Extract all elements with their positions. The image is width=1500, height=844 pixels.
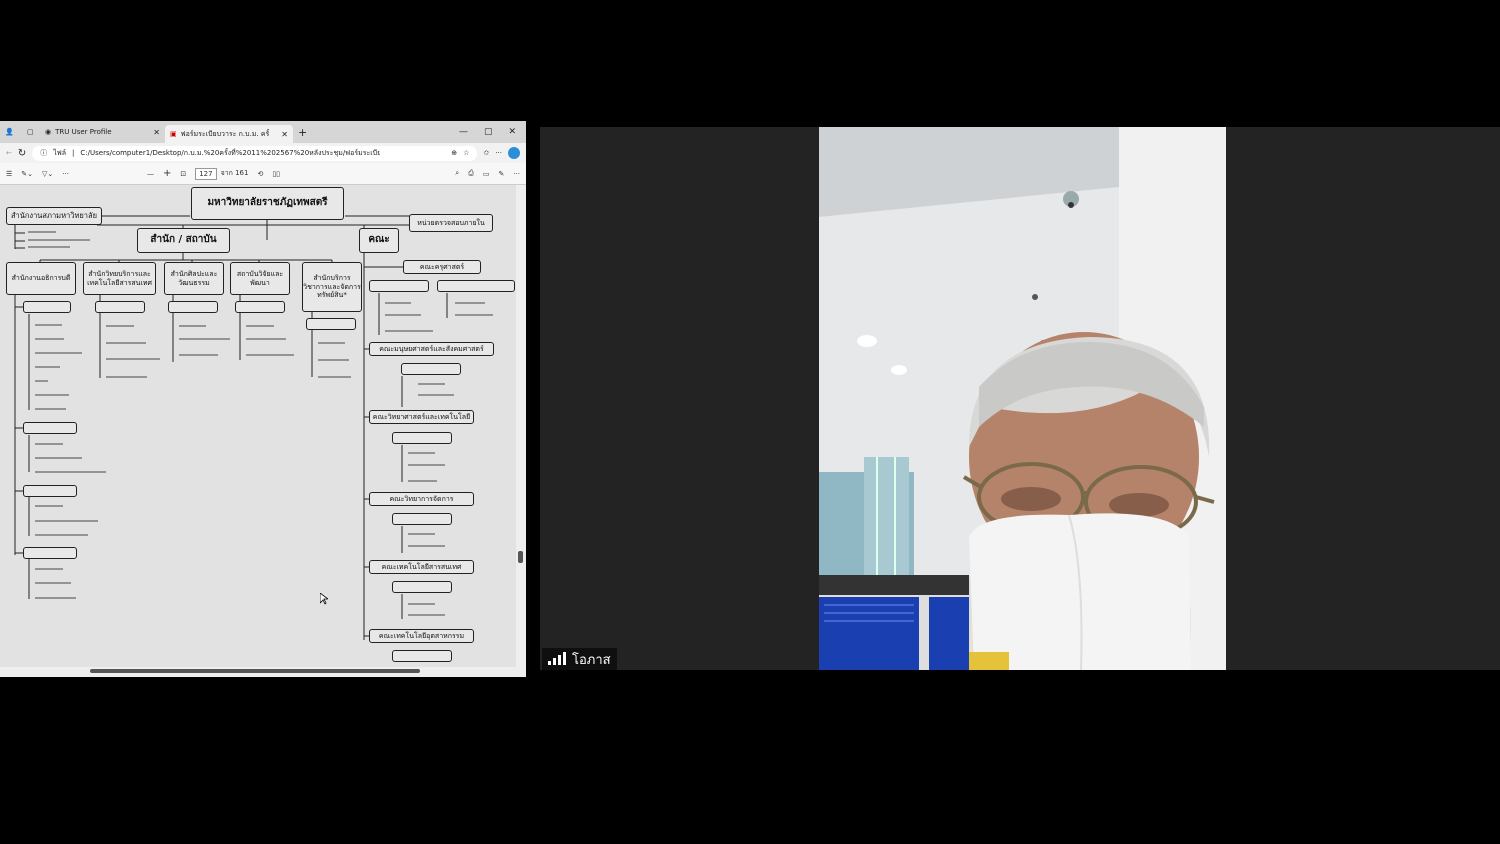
zoom-out-button[interactable]: — [147,170,154,178]
print-icon[interactable]: ⎙ [468,169,474,178]
org-division-box [168,301,218,313]
org-division-box [95,301,145,313]
org-faculty-humanities-box: คณะมนุษยศาสตร์และสังคมศาสตร์ [369,342,494,356]
org-division-box [392,650,452,662]
info-icon: ⓘ [40,149,48,157]
favorite-star-icon[interactable]: ☆ [463,149,469,157]
close-window-icon[interactable]: ✕ [508,127,516,137]
tab-title: ฟอร์มระเบียบวาระ ก.บ.ม. ครั้งที่ 11-2567 [180,129,269,138]
org-faculty-industrial-box: คณะเทคโนโลยีอุตสาหกรรม [369,629,474,643]
org-division-box [306,318,356,330]
highlight-icon[interactable]: ▽⌄ [42,170,53,178]
copilot-icon[interactable] [508,147,520,159]
horizontal-scrollbar[interactable] [0,667,526,677]
vertical-scrollbar[interactable] [516,185,526,667]
search-icon[interactable]: ⌕ [455,169,459,178]
org-division-box [392,432,452,444]
back-icon[interactable]: ← [6,149,12,157]
address-prefix: ไฟล์ [53,148,67,157]
draw-icon[interactable]: ✎⌄ [21,170,33,178]
org-art-culture-box: สำนักศิลปะและวัฒนธรรม [164,262,224,295]
org-academic-services-office-box: สำนักบริการวิชาการและจัดการทรัพย์สิน* [302,262,362,312]
minimize-icon[interactable]: — [459,127,468,137]
tab-actions-icon[interactable]: ▢ [22,123,40,141]
org-academic-service-box: สำนักวิทยบริการและเทคโนโลยีสารสนเทศ [83,262,156,295]
pdf-toolbar: ☰ ✎⌄ ▽⌄ ··· — + ⊡ 127 จาก 161 ⟲ ▯▯ ⌕ ⎙ ▭… [0,163,526,185]
scroll-thumb[interactable] [90,669,420,673]
org-division-box [369,280,429,292]
org-faculty-management-box: คณะวิทยาการจัดการ [369,492,474,506]
org-division-box [392,513,452,525]
pdf-page: มหาวิทยาลัยราชภัฏเทพสตรี สำนักงานสภามหาว… [0,185,516,667]
favorites-icon[interactable]: ✩ [483,149,489,157]
participant-name-tag: โอภาส [542,648,617,670]
mouse-cursor-icon [320,593,328,605]
participant-video [819,127,1226,670]
org-research-institute-box: สถาบันวิจัยและพัฒนา [230,262,290,295]
participant-name: โอภาส [572,652,611,668]
close-icon[interactable]: ✕ [281,130,288,139]
address-bar[interactable]: ⓘ ไฟล์ | C:/Users/computer1/Desktop/ก.บ.… [32,145,478,161]
org-division-box [23,485,77,497]
org-office-institute-box: สำนัก / สถาบัน [137,228,230,253]
org-faculty-box: คณะ [359,228,399,253]
page-view-icon[interactable]: ▯▯ [272,170,280,178]
maximize-icon[interactable]: ▢ [484,127,493,137]
org-division-box [392,581,452,593]
browser-tab-bar: 👤 ▢ ◉ TRU User Profile ✕ ▣ ฟอร์มระเบียบว… [0,121,526,143]
pdf-more-icon[interactable]: ··· [513,170,520,178]
org-division-box [23,422,77,434]
org-faculty-education-box: คณะครุศาสตร์ [403,260,481,274]
tab-tru-user-profile[interactable]: ◉ TRU User Profile ✕ [40,123,165,141]
more-icon[interactable]: ··· [495,149,502,157]
shared-screen: 👤 ▢ ◉ TRU User Profile ✕ ▣ ฟอร์มระเบียบว… [0,121,526,677]
save-icon[interactable]: ▭ [483,170,490,178]
rotate-icon[interactable]: ⟲ [257,170,263,178]
contents-icon[interactable]: ☰ [6,170,12,178]
org-university-box: มหาวิทยาลัยราชภัฏเทพสตรี [191,187,344,220]
org-division-box [23,301,71,313]
org-audit-unit-box: หน่วยตรวจสอบภายใน [409,214,493,232]
org-chart-connectors [14,215,493,640]
org-faculty-it-box: คณะเทคโนโลยีสารสนเทศ [369,560,474,574]
zoom-icon[interactable]: ⊕ [451,149,457,157]
new-tab-button[interactable]: + [293,123,312,141]
connection-signal-icon [548,652,566,665]
globe-icon: ◉ [45,128,52,136]
tab-title: TRU User Profile [55,128,112,136]
org-council-office-box: สำนักงานสภามหาวิทยาลัย [6,207,102,225]
org-division-box [23,547,77,559]
browser-menu-icon[interactable]: 👤 [0,123,22,141]
org-division-box [235,301,285,313]
save-as-icon[interactable]: ✎ [498,170,504,178]
more-tools-icon[interactable]: ··· [62,170,69,178]
tab-pdf-document[interactable]: ▣ ฟอร์มระเบียบวาระ ก.บ.ม. ครั้งที่ 11-25… [165,125,293,143]
address-bar-row: ← ↻ ⓘ ไฟล์ | C:/Users/computer1/Desktop/… [0,143,526,163]
org-faculty-science-box: คณะวิทยาศาสตร์และเทคโนโลยี [369,410,474,424]
fit-page-icon[interactable]: ⊡ [180,170,186,178]
pdf-icon: ▣ [170,130,177,138]
address-separator: | [72,149,75,157]
address-text: C:/Users/computer1/Desktop/ก.บ.ม.%20ครั้… [80,148,381,157]
video-frame-image [819,127,1226,670]
zoom-in-button[interactable]: + [163,168,171,179]
org-division-box [437,280,515,292]
org-president-office-box: สำนักงานอธิการบดี [6,262,76,295]
scroll-thumb[interactable] [518,551,523,563]
org-division-box [401,363,461,375]
refresh-icon[interactable]: ↻ [18,148,26,159]
page-number-input[interactable]: 127 [195,167,217,180]
page-total: จาก 161 [220,169,249,177]
close-icon[interactable]: ✕ [153,128,160,137]
